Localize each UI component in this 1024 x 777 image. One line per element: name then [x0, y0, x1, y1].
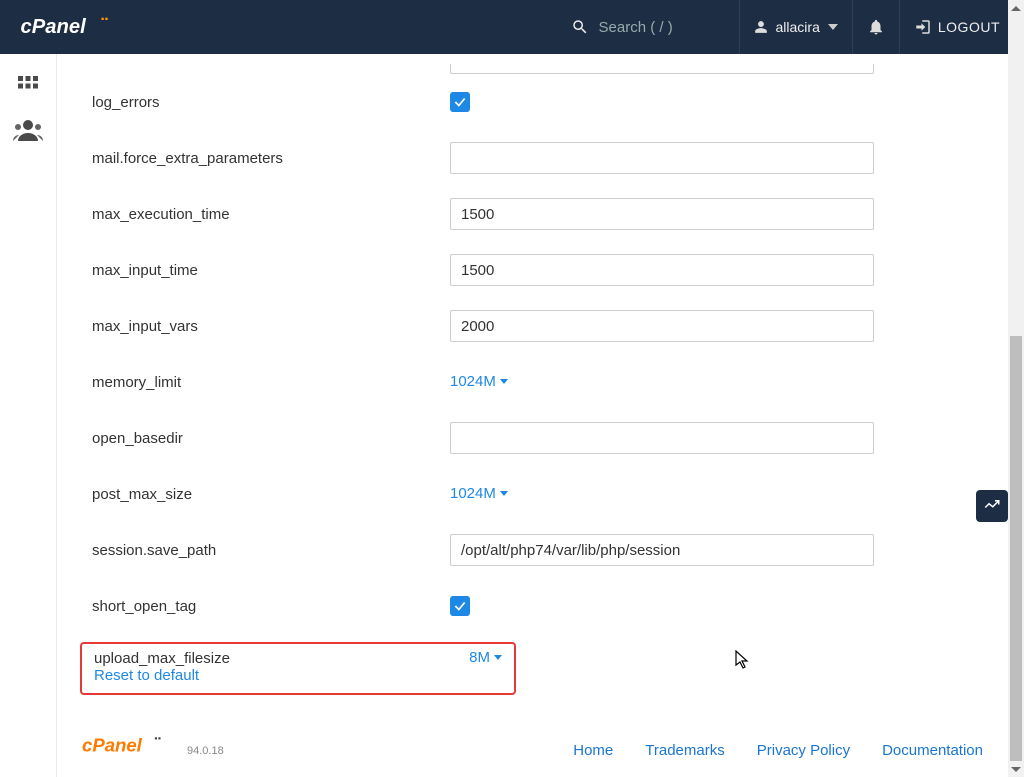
grid-icon	[16, 74, 40, 98]
setting-row-post_max_size: post_max_size1024M	[92, 466, 973, 522]
caret-down-icon	[828, 24, 838, 30]
setting-label-max_input_vars: max_input_vars	[92, 318, 450, 335]
input-session_save_path[interactable]	[450, 534, 874, 566]
username-label: allacira	[776, 19, 820, 35]
user-menu[interactable]: allacira	[739, 0, 852, 54]
setting-label-post_max_size: post_max_size	[92, 486, 450, 503]
bell-icon	[867, 18, 885, 36]
svg-text:cPanel: cPanel	[21, 16, 87, 38]
footer-link-privacy-policy[interactable]: Privacy Policy	[757, 742, 850, 759]
setting-row-mail_force_extra_parameters: mail.force_extra_parameters	[92, 130, 973, 186]
scrollbar-down[interactable]	[1008, 761, 1024, 777]
chart-icon	[983, 497, 1001, 515]
caret-down-icon	[500, 379, 508, 384]
check-icon	[453, 599, 467, 613]
stats-float-button[interactable]	[976, 490, 1008, 522]
input-open_basedir[interactable]	[450, 422, 874, 454]
footer-link-trademarks[interactable]: Trademarks	[645, 742, 724, 759]
setting-label-max_execution_time: max_execution_time	[92, 206, 450, 223]
checkbox-log_errors[interactable]	[450, 92, 470, 112]
cutoff-input[interactable]	[450, 64, 874, 74]
dropdown-upload-max-filesize[interactable]: 8M	[469, 649, 502, 666]
logout-label: LOGOUT	[938, 19, 1000, 35]
footer-link-documentation[interactable]: Documentation	[882, 742, 983, 759]
dropdown-post_max_size[interactable]: 1024M	[450, 485, 508, 502]
caret-down-icon	[494, 655, 502, 660]
notifications-button[interactable]	[852, 0, 899, 54]
setting-label-memory_limit: memory_limit	[92, 374, 450, 391]
setting-row-log_errors: log_errors	[92, 74, 973, 130]
header-search[interactable]	[571, 18, 739, 36]
setting-row-cutoff	[92, 64, 973, 74]
footer-cpanel-logo[interactable]: cPanel 94.0.18	[82, 733, 224, 759]
input-mail_force_extra_parameters[interactable]	[450, 142, 874, 174]
sidebar-users[interactable]	[0, 108, 56, 152]
sidebar	[0, 54, 56, 152]
input-max_execution_time[interactable]	[450, 198, 874, 230]
setting-label-short_open_tag: short_open_tag	[92, 598, 450, 615]
setting-label-open_basedir: open_basedir	[92, 430, 450, 447]
reset-to-default-link[interactable]: Reset to default	[94, 667, 199, 684]
setting-row-short_open_tag: short_open_tag	[92, 578, 973, 634]
search-input[interactable]	[599, 19, 709, 36]
setting-label-session_save_path: session.save_path	[92, 542, 450, 559]
setting-label-mail_force_extra_parameters: mail.force_extra_parameters	[92, 150, 450, 167]
setting-row-max_input_vars: max_input_vars	[92, 298, 973, 354]
footer-link-home[interactable]: Home	[573, 742, 613, 759]
setting-label-log_errors: log_errors	[92, 94, 450, 111]
footer-links: Home Trademarks Privacy Policy Documentatio…	[573, 742, 983, 759]
caret-down-icon	[500, 491, 508, 496]
setting-row-open_basedir: open_basedir	[92, 410, 973, 466]
setting-row-max_input_time: max_input_time	[92, 242, 973, 298]
logout-button[interactable]: LOGOUT	[899, 0, 1014, 54]
scrollbar[interactable]	[1008, 0, 1024, 777]
scrollbar-up[interactable]	[1008, 0, 1024, 16]
search-icon	[571, 18, 589, 36]
dropdown-memory_limit[interactable]: 1024M	[450, 373, 508, 390]
header-bar: cPanel allacira LOGOUT	[0, 0, 1024, 54]
sidebar-apps[interactable]	[0, 64, 56, 108]
setting-row-session_save_path: session.save_path	[92, 522, 973, 578]
input-max_input_time[interactable]	[450, 254, 874, 286]
scrollbar-thumb[interactable]	[1010, 336, 1022, 766]
setting-label-upload-max-filesize: upload_max_filesize	[94, 650, 469, 667]
input-max_input_vars[interactable]	[450, 310, 874, 342]
setting-row-memory_limit: memory_limit1024M	[92, 354, 973, 410]
footer: cPanel 94.0.18 Home Trademarks Privacy Pol…	[57, 733, 1008, 759]
logout-icon	[914, 18, 932, 36]
checkbox-short_open_tag[interactable]	[450, 596, 470, 616]
setting-label-max_input_time: max_input_time	[92, 262, 450, 279]
highlighted-setting-upload-max-filesize: upload_max_filesize 8M Reset to default	[80, 642, 516, 695]
users-icon	[13, 119, 43, 141]
cpanel-logo[interactable]: cPanel	[20, 13, 130, 41]
user-icon	[754, 20, 768, 34]
content-panel: log_errors mail.force_extra_parametersmax…	[56, 54, 1008, 777]
check-icon	[453, 95, 467, 109]
footer-version: 94.0.18	[187, 745, 224, 759]
svg-text:cPanel: cPanel	[82, 735, 143, 756]
setting-row-max_execution_time: max_execution_time	[92, 186, 973, 242]
